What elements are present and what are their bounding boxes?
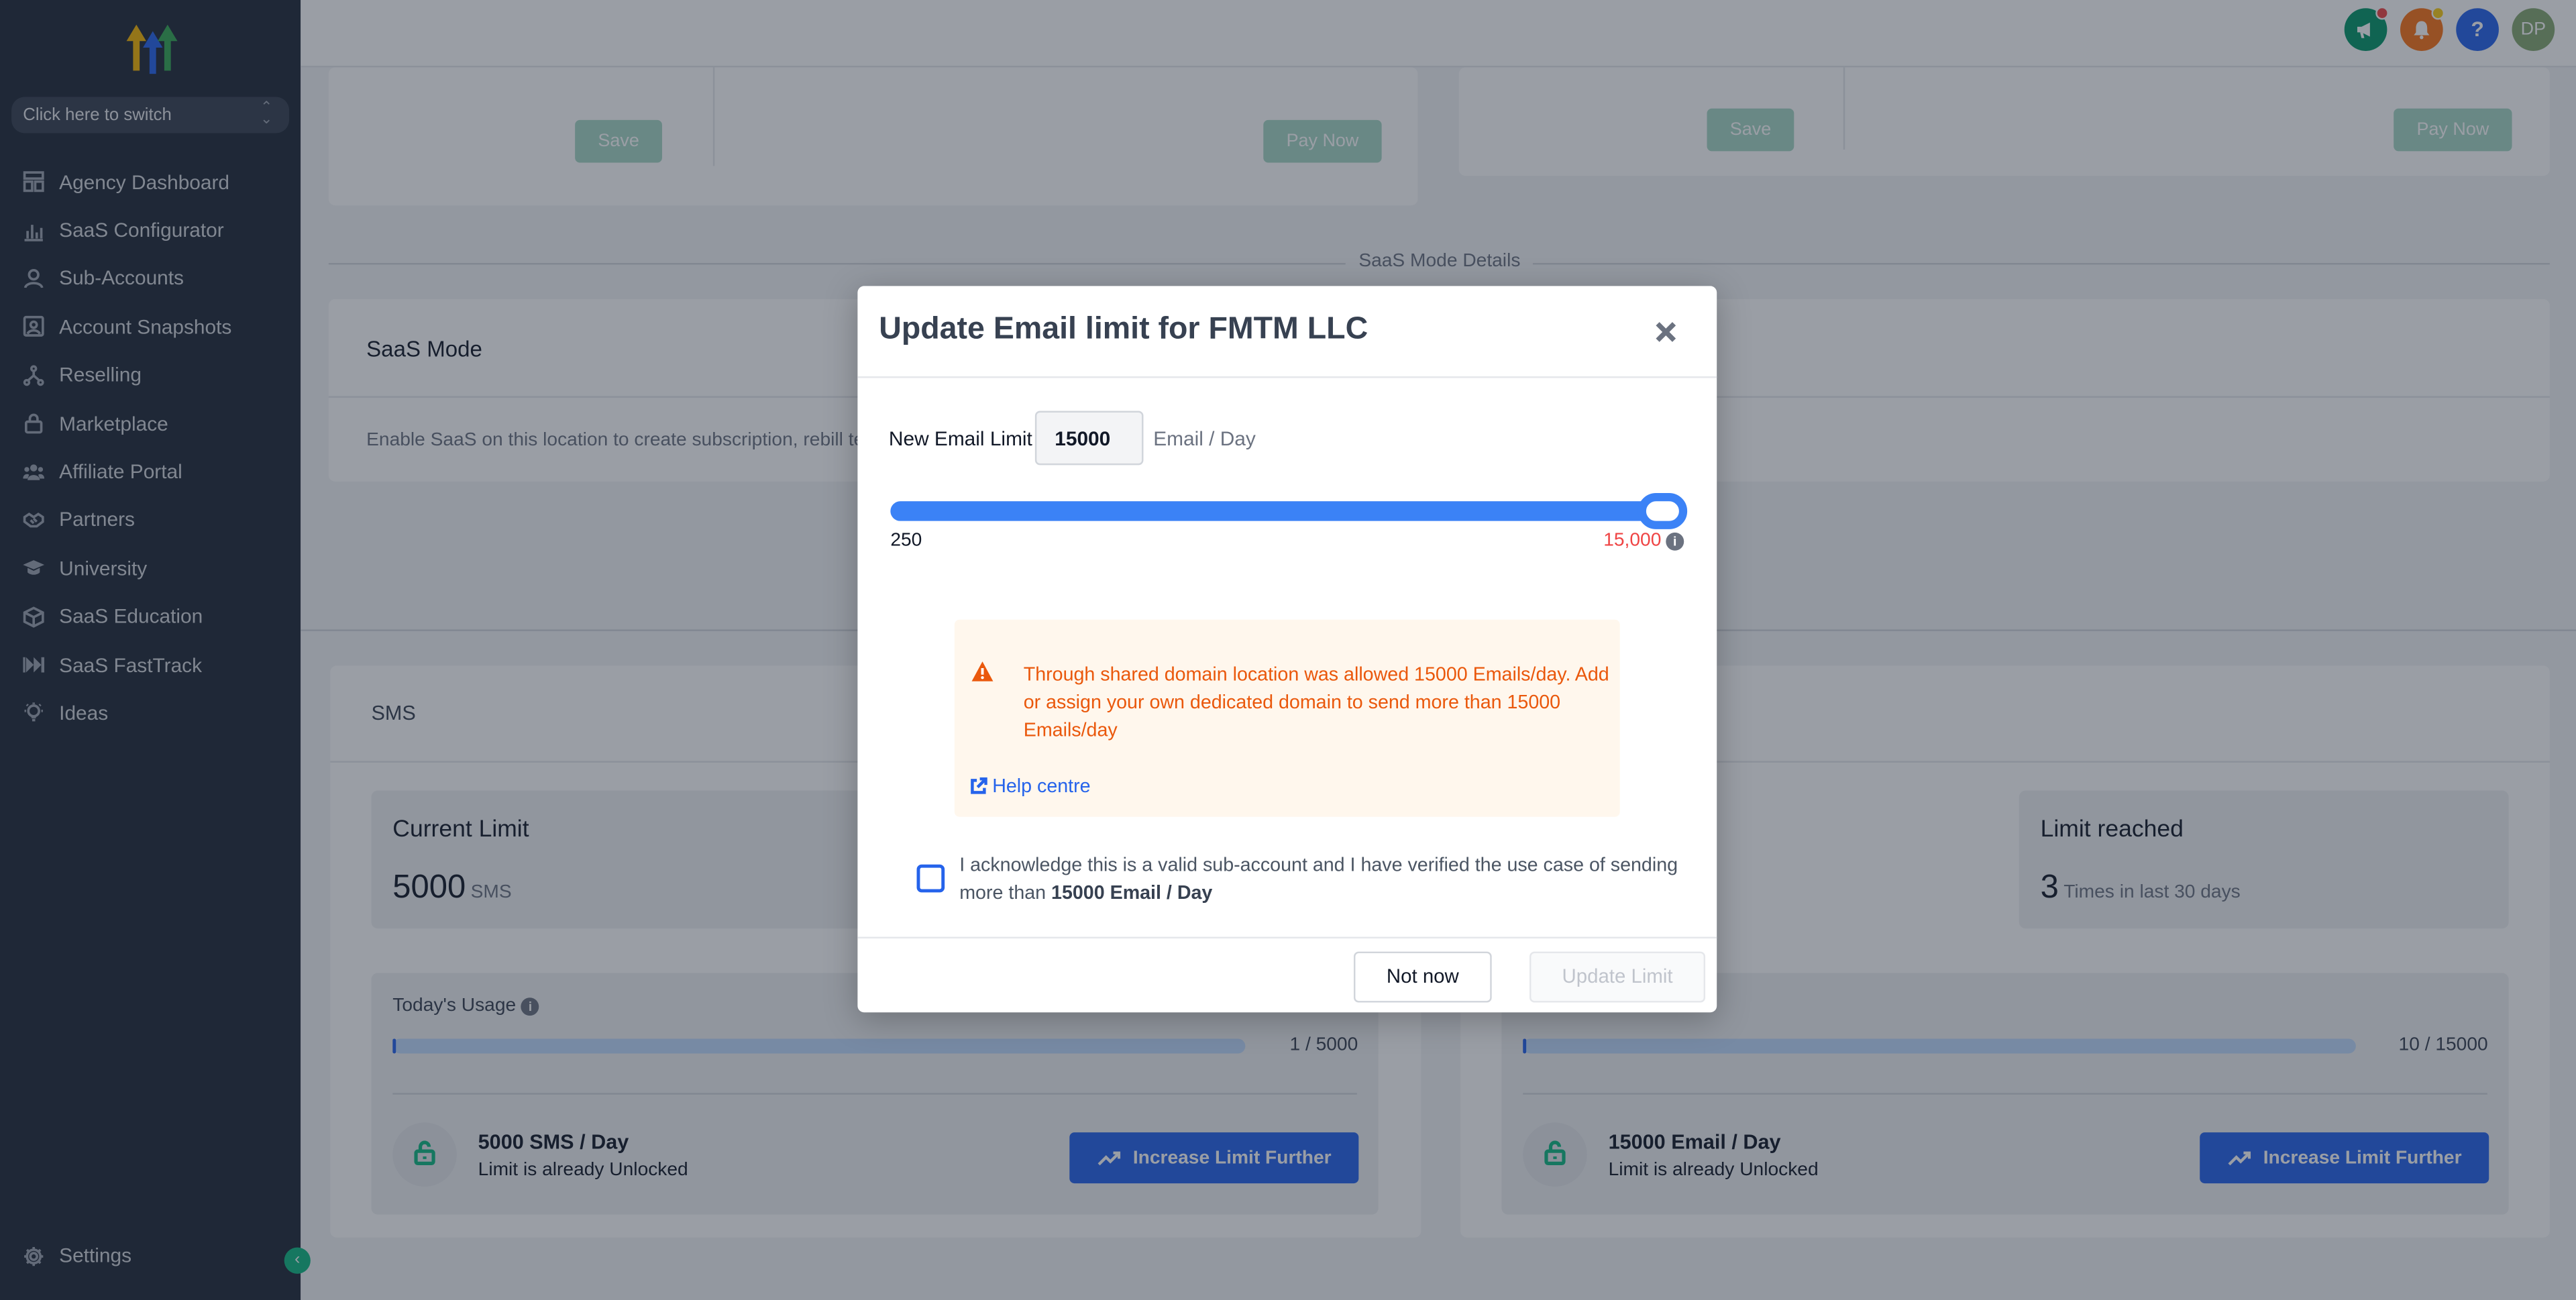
update-email-limit-modal: Update Email limit for FMTM LLC New Emai… <box>857 286 1717 1013</box>
help-centre-link[interactable]: Help centre <box>969 775 1091 797</box>
slider-min-label: 250 <box>890 531 922 551</box>
warning-box: Through shared domain location was allow… <box>954 619 1620 817</box>
close-icon <box>1656 322 1676 342</box>
acknowledge-text-limit: 15000 Email / Day <box>1051 882 1213 904</box>
external-link-icon <box>971 777 987 794</box>
modal-footer: Not now Update Limit <box>857 936 1717 1013</box>
not-now-button[interactable]: Not now <box>1353 951 1492 1003</box>
new-email-limit-label: New Email Limit <box>888 427 1032 451</box>
acknowledge-checkbox[interactable] <box>916 864 945 893</box>
update-limit-button[interactable]: Update Limit <box>1529 951 1706 1003</box>
close-button[interactable] <box>1653 319 1679 345</box>
warning-icon <box>971 661 994 682</box>
slider-max-label: 15,000 <box>1603 531 1662 551</box>
email-per-day-unit: Email / Day <box>1153 427 1256 451</box>
help-centre-label: Help centre <box>992 775 1091 798</box>
slider-handle[interactable] <box>1638 493 1688 529</box>
acknowledge-text: I acknowledge this is a valid sub-accoun… <box>959 851 1682 907</box>
new-email-limit-input[interactable]: 15000 <box>1034 411 1144 466</box>
warning-text: Through shared domain location was allow… <box>1023 663 1609 741</box>
modal-header: Update Email limit for FMTM LLC <box>857 286 1717 378</box>
modal-title: Update Email limit for FMTM LLC <box>879 312 1368 347</box>
email-limit-slider[interactable] <box>890 493 1688 529</box>
slider-fill <box>890 501 1663 521</box>
info-icon[interactable]: i <box>1666 532 1684 551</box>
